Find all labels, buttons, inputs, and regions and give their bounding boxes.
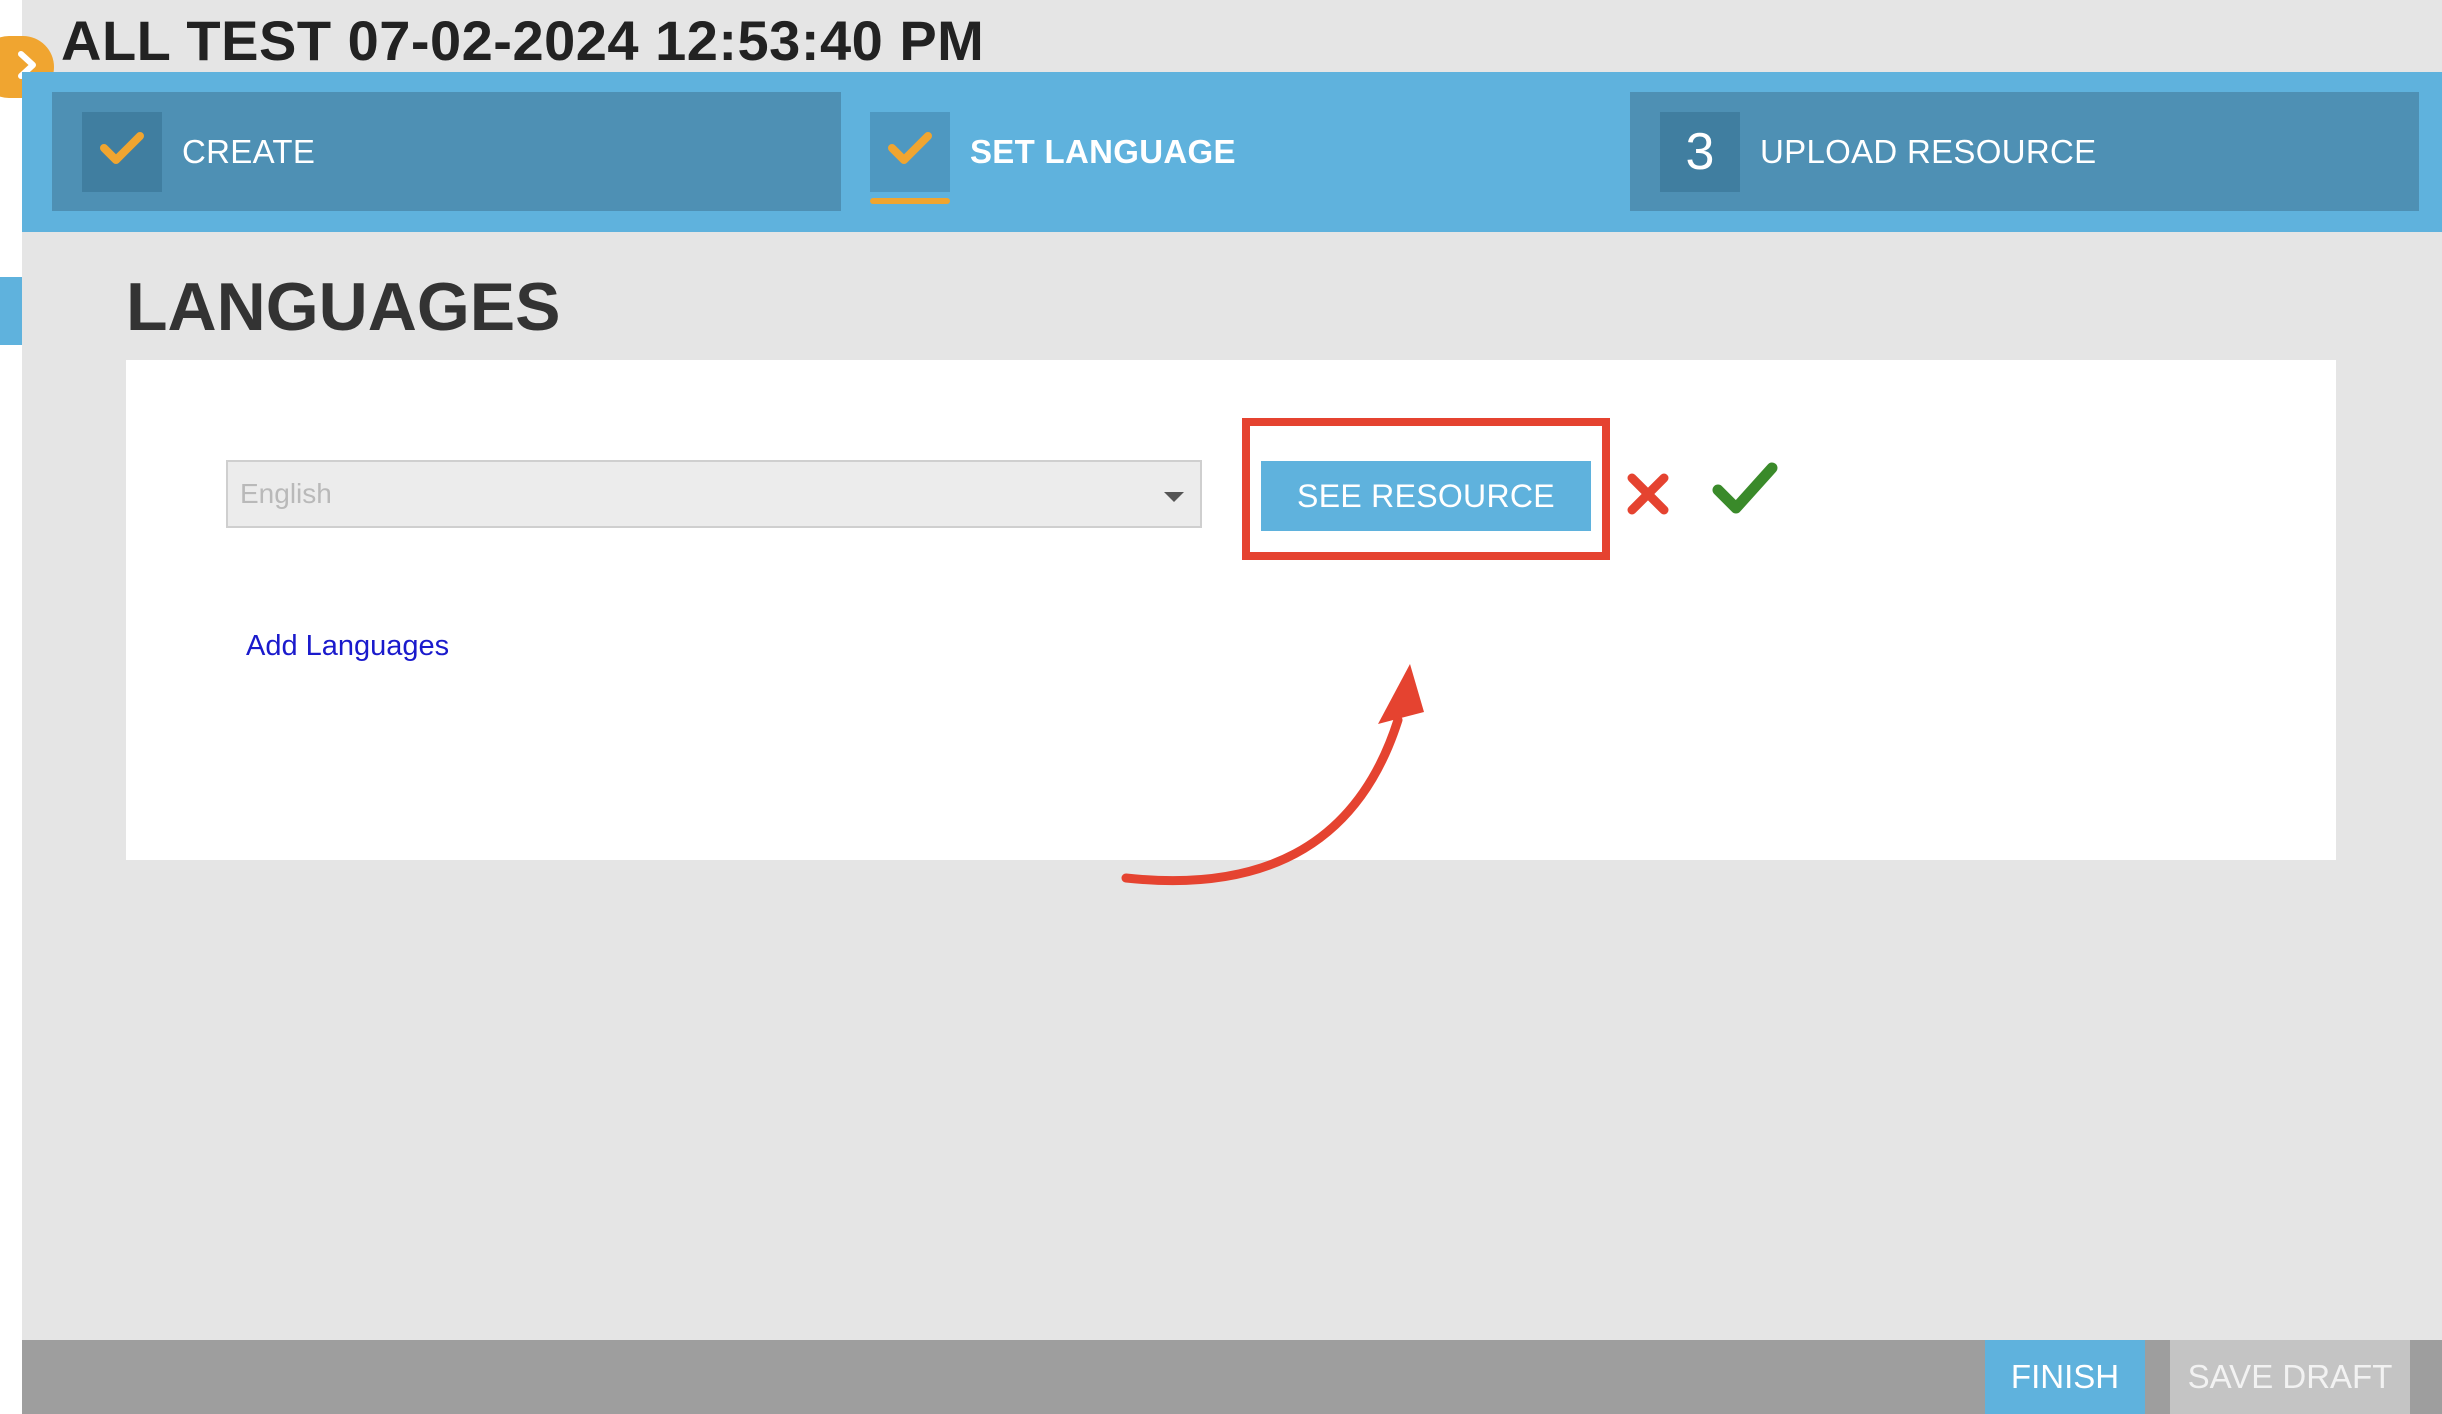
check-icon (888, 132, 932, 171)
section-heading: LANGUAGES (126, 269, 561, 345)
footer-bar: FINISH SAVE DRAFT (22, 1340, 2442, 1414)
page-title: ALL TEST 07-02-2024 12:53:40 PM (61, 9, 985, 72)
step-set-language[interactable]: SET LANGUAGE (840, 92, 1629, 211)
annotation-arrow (1121, 664, 1424, 886)
step-label: SET LANGUAGE (970, 132, 1236, 170)
wizard-steps: CREATE SET LANGUAGE 3 UPLOAD RESOURCE (22, 72, 2442, 232)
step-label: CREATE (182, 132, 316, 170)
step-badge (870, 111, 950, 204)
remove-icon[interactable] (1624, 470, 1672, 518)
active-step-indicator (870, 197, 950, 204)
check-icon (100, 132, 144, 171)
left-edge (0, 0, 22, 1414)
finish-button[interactable]: FINISH (1985, 1340, 2145, 1414)
languages-panel: English SEE RESOURCE Add Languages (126, 360, 2336, 886)
language-select[interactable]: English (226, 460, 1202, 528)
language-select-value: English (240, 478, 332, 509)
step-badge (82, 111, 162, 192)
save-draft-button[interactable]: SAVE DRAFT (2170, 1340, 2410, 1414)
step-upload-resource[interactable]: 3 UPLOAD RESOURCE (1630, 92, 2419, 211)
see-resource-button[interactable]: SEE RESOURCE (1261, 461, 1591, 531)
footer-edge (2410, 1340, 2442, 1414)
step-label: UPLOAD RESOURCE (1760, 132, 2097, 170)
add-languages-link[interactable]: Add Languages (246, 630, 449, 663)
confirm-check-icon[interactable] (1712, 460, 1778, 520)
step-number: 3 (1685, 122, 1715, 181)
step-badge: 3 (1660, 111, 1740, 192)
side-tab[interactable] (0, 277, 22, 345)
caret-down-icon (1164, 492, 1184, 502)
step-create[interactable]: CREATE (52, 92, 841, 211)
